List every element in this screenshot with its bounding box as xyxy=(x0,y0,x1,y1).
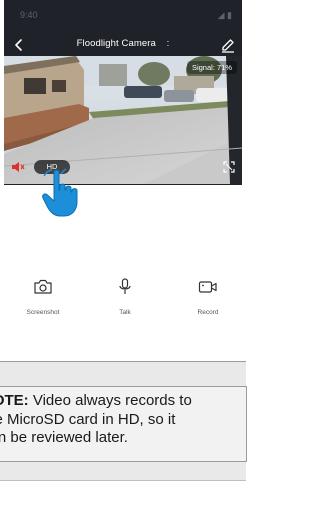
screenshot-button[interactable]: Screenshot xyxy=(13,278,73,319)
edit-pencil-icon[interactable] xyxy=(220,36,236,54)
camera-screen: 9:40 ◢ ▮ Floodlight Camera : Signal: 71%… xyxy=(0,0,247,515)
note-prefix: NOTE: xyxy=(0,392,29,409)
speaker-muted-icon[interactable] xyxy=(10,159,26,175)
app-header: Floodlight Camera : xyxy=(4,34,242,56)
note-text: NOTE: Video always records to the MicroS… xyxy=(0,392,246,448)
bottom-blank-area xyxy=(4,481,242,515)
screenshot-label: Screenshot xyxy=(26,309,60,316)
more-options-icon[interactable]: : xyxy=(167,38,170,49)
record-label: Record xyxy=(197,309,219,316)
note-callout: NOTE: Video always records to the MicroS… xyxy=(0,361,247,481)
status-time: 9:40 xyxy=(20,10,38,20)
note-line-3: can be reviewed later. xyxy=(0,429,128,446)
title-bar: Floodlight Camera : xyxy=(4,38,242,49)
status-bar: 9:40 ◢ ▮ xyxy=(4,0,242,30)
live-video-feed[interactable]: Signal: 71% HD xyxy=(4,56,242,184)
talk-button[interactable]: Talk xyxy=(95,278,155,319)
signal-strength-badge: Signal: 71% xyxy=(186,61,237,74)
note-box: NOTE: Video always records to the MicroS… xyxy=(0,386,247,462)
note-line-2: the MicroSD card in HD, so it xyxy=(0,410,176,428)
record-button[interactable]: Record xyxy=(178,278,238,319)
status-signal-icon: ◢ ▮ xyxy=(217,10,232,20)
fullscreen-icon[interactable] xyxy=(222,160,236,174)
page-title: Floodlight Camera xyxy=(76,38,156,49)
talk-label: Talk xyxy=(119,309,131,316)
video-record-icon xyxy=(198,281,217,293)
camera-controls: Screenshot Talk Record xyxy=(4,278,242,318)
microphone-icon xyxy=(119,278,131,294)
camera-icon xyxy=(34,279,52,294)
note-line-1: Video always records to xyxy=(28,392,192,409)
tap-hand-icon xyxy=(42,168,78,217)
